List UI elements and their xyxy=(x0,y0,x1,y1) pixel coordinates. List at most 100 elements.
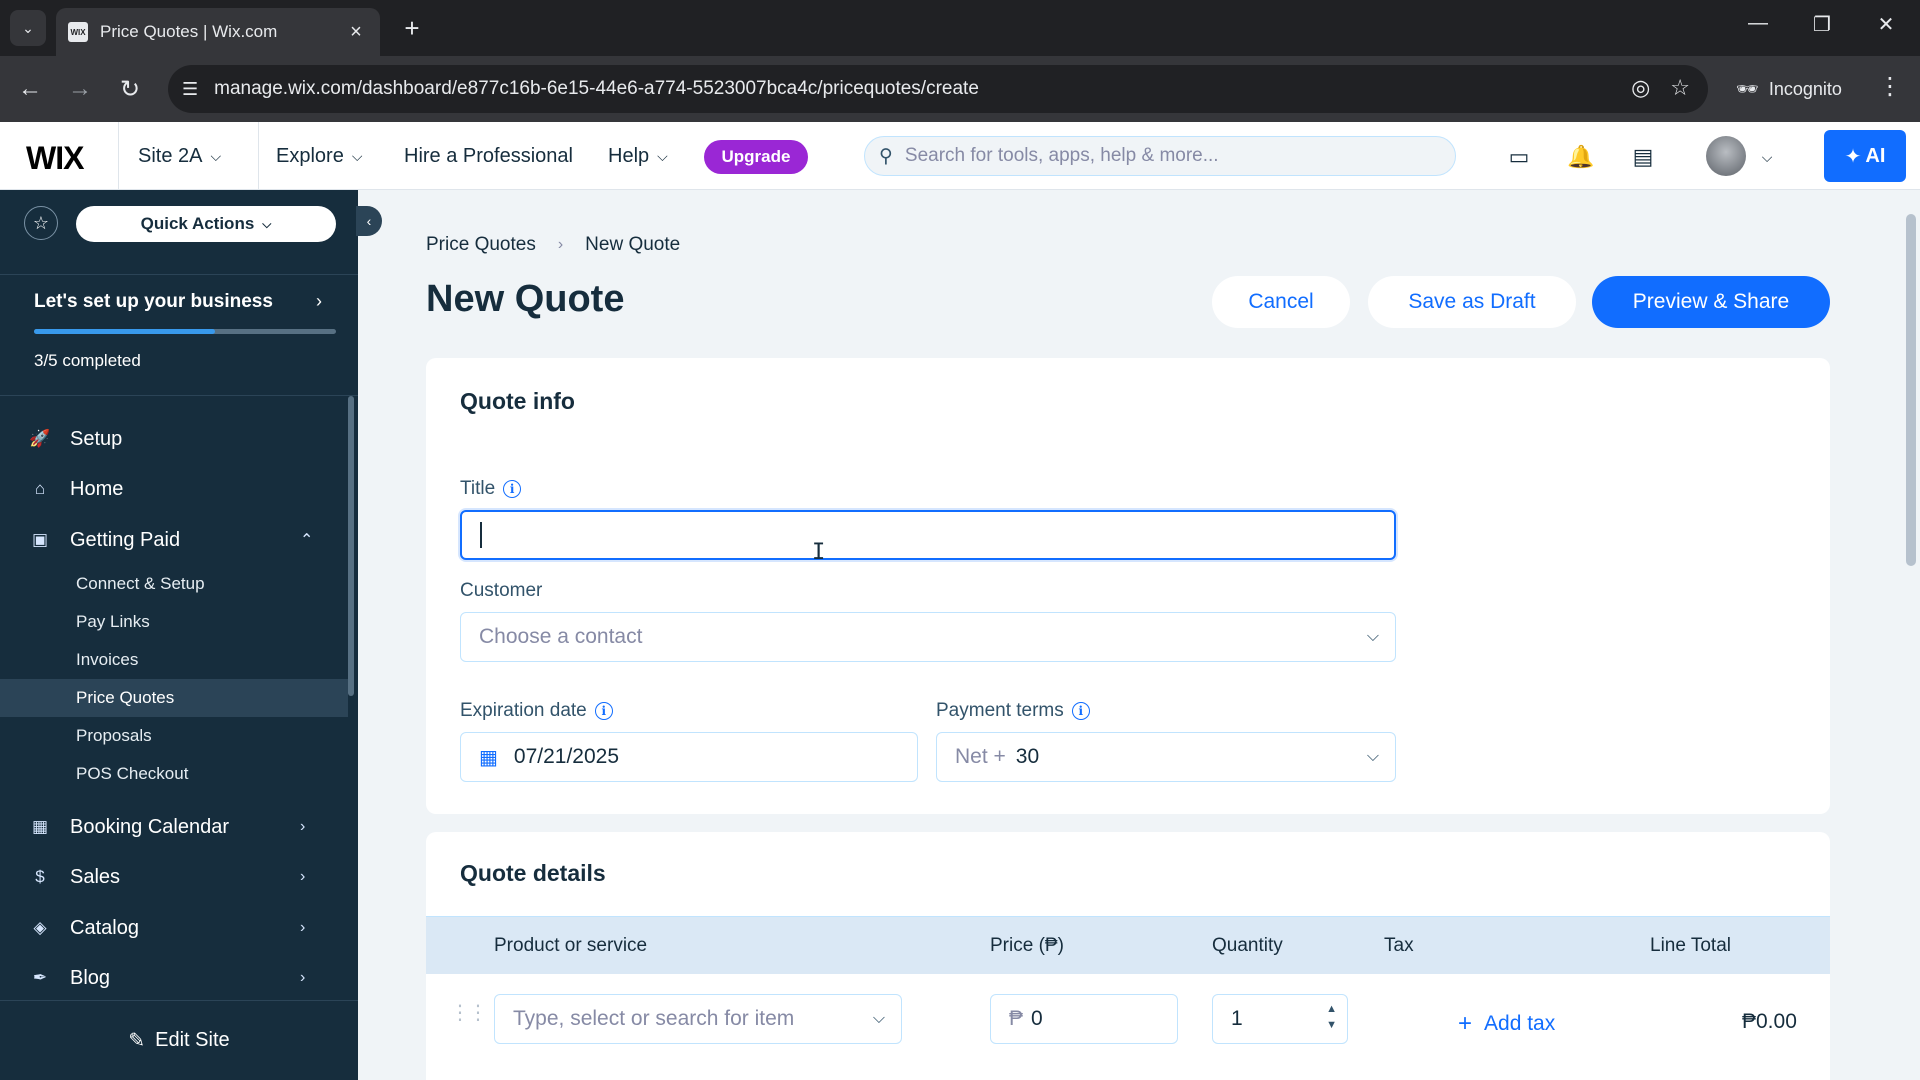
info-icon[interactable]: i xyxy=(1071,702,1090,720)
help-menu[interactable]: Help ⌵ xyxy=(608,122,668,190)
ai-label: AI xyxy=(1865,144,1886,167)
payment-terms-dropdown[interactable]: Net + 30 ⌵ xyxy=(936,732,1396,782)
chevron-right-icon: › xyxy=(300,818,306,835)
chevron-down-icon[interactable]: ⌵ xyxy=(1752,142,1782,172)
hire-professional-link[interactable]: Hire a Professional xyxy=(404,122,573,190)
breadcrumb-price-quotes[interactable]: Price Quotes xyxy=(426,234,536,256)
site-name: Site 2A xyxy=(138,144,203,167)
reload-icon[interactable]: ↻ xyxy=(114,73,146,105)
pencil-icon: ✎ xyxy=(128,1030,146,1052)
search-input[interactable]: ⚲ Search for tools, apps, help & more... xyxy=(864,136,1456,176)
sidebar-item-blog[interactable]: ✒ Blog › xyxy=(0,953,348,1003)
text-cursor-icon: I xyxy=(812,540,826,565)
sidebar-item-booking-calendar[interactable]: ▦ Booking Calendar › xyxy=(0,802,348,852)
tag-icon: ◈ xyxy=(33,918,47,937)
quote-details-heading: Quote details xyxy=(460,860,606,886)
sidebar-subitem-proposals[interactable]: Proposals xyxy=(0,717,348,755)
chevron-down-icon: ⌵ xyxy=(262,216,272,231)
tab-close-icon[interactable]: × xyxy=(344,21,368,44)
incognito-icon: 🕶 xyxy=(1736,78,1759,99)
new-tab-plus-icon[interactable]: + xyxy=(396,12,428,44)
back-arrow-icon[interactable]: ← xyxy=(14,73,46,105)
pen-nib-icon: ✒ xyxy=(32,968,48,987)
quick-actions-label: Quick Actions xyxy=(140,214,255,233)
add-tax-button[interactable]: + Add tax xyxy=(1458,1010,1555,1038)
news-icon[interactable]: ▤ xyxy=(1628,142,1658,172)
sidebar-item-label: Catalog xyxy=(70,916,139,939)
cancel-button[interactable]: Cancel xyxy=(1212,276,1350,328)
preview-share-button[interactable]: Preview & Share xyxy=(1592,276,1830,328)
site-info-icon[interactable]: ☰ xyxy=(182,79,198,100)
sidebar-item-label: Setup xyxy=(70,427,123,450)
forward-arrow-icon[interactable]: → xyxy=(64,73,96,105)
price-value: 0 xyxy=(1031,1007,1043,1030)
setup-progress-block[interactable]: Let's set up your business › 3/5 complet… xyxy=(0,274,358,396)
chevron-right-icon: › xyxy=(557,236,564,253)
star-icon[interactable]: ☆ xyxy=(24,206,58,240)
explore-menu[interactable]: Explore ⌵ xyxy=(276,122,362,190)
document-icon: ▣ xyxy=(31,530,49,549)
home-icon: ⌂ xyxy=(34,479,46,498)
ai-assistant-button[interactable]: ✦ AI xyxy=(1824,130,1906,182)
sidebar-subitem-invoices[interactable]: Invoices xyxy=(0,641,348,679)
sidebar-item-label: Getting Paid xyxy=(70,528,181,551)
line-items-header: Product or service Price (₱) Quantity Ta… xyxy=(426,916,1830,974)
chevron-down-icon: ⌵ xyxy=(1366,628,1379,645)
quick-actions-button[interactable]: Quick Actions ⌵ xyxy=(76,206,336,242)
page-scrollbar-thumb[interactable] xyxy=(1906,214,1916,566)
sidebar-item-sales[interactable]: $ Sales › xyxy=(0,852,348,902)
window-close-icon[interactable]: ✕ xyxy=(1866,12,1906,37)
quote-info-heading: Quote info xyxy=(460,388,575,414)
chevron-right-icon: › xyxy=(300,919,306,936)
title-input[interactable] xyxy=(460,510,1396,560)
tab-search-chevron-icon[interactable]: ⌄ xyxy=(10,10,46,46)
calendar-icon: ▦ xyxy=(479,746,498,769)
sidebar-item-getting-paid[interactable]: ▣ Getting Paid ⌃ xyxy=(0,515,348,565)
help-label: Help xyxy=(608,144,650,167)
setup-status: 3/5 completed xyxy=(34,351,141,370)
incognito-indicator[interactable]: 🕶 Incognito xyxy=(1722,69,1856,109)
sidebar: ☆ Quick Actions ⌵ Let's set up your busi… xyxy=(0,190,358,1080)
dollar-icon: $ xyxy=(35,867,45,886)
browser-address-bar: ← → ↻ ☰ manage.wix.com/dashboard/e877c16… xyxy=(0,56,1920,122)
restore-icon[interactable]: ❐ xyxy=(1802,12,1842,37)
avatar[interactable] xyxy=(1706,136,1746,176)
stepper-arrows[interactable]: ▲ ▼ xyxy=(1326,1001,1337,1033)
tab-title: Price Quotes | Wix.com xyxy=(100,22,278,41)
url-omnibox[interactable]: ☰ manage.wix.com/dashboard/e877c16b-6e15… xyxy=(168,65,1708,113)
quantity-stepper[interactable]: 1 ▲ ▼ xyxy=(1212,994,1348,1044)
sidebar-subitem-pos-checkout[interactable]: POS Checkout xyxy=(0,755,348,793)
chevron-down-icon[interactable]: ▼ xyxy=(1326,1017,1337,1033)
expiration-label: Expiration date i xyxy=(460,700,613,722)
bookmark-star-icon[interactable]: ☆ xyxy=(1670,75,1690,101)
info-icon[interactable]: i xyxy=(503,480,522,498)
price-input[interactable]: ₱ 0 xyxy=(990,994,1178,1044)
sidebar-subitem-price-quotes[interactable]: Price Quotes xyxy=(0,679,348,717)
sidebar-subitem-pay-links[interactable]: Pay Links xyxy=(0,603,348,641)
minimize-icon[interactable]: — xyxy=(1738,12,1778,35)
browser-tab[interactable]: WIX Price Quotes | Wix.com × xyxy=(56,8,380,56)
sidebar-subitem-connect-setup[interactable]: Connect & Setup xyxy=(0,565,348,603)
sidebar-item-setup[interactable]: 🚀 Setup xyxy=(0,414,348,464)
chevron-up-icon[interactable]: ▲ xyxy=(1326,1001,1337,1017)
info-icon[interactable]: i xyxy=(594,702,613,720)
chat-icon[interactable]: ▭ xyxy=(1504,142,1534,172)
sidebar-item-catalog[interactable]: ◈ Catalog › xyxy=(0,903,348,953)
edit-site-button[interactable]: ✎ Edit Site xyxy=(0,1000,358,1080)
sidebar-item-home[interactable]: ⌂ Home xyxy=(0,464,348,514)
item-search-dropdown[interactable]: Type, select or search for item ⌵ xyxy=(494,994,902,1044)
wix-logo[interactable]: WIX xyxy=(26,140,84,177)
bell-icon[interactable]: 🔔 xyxy=(1566,142,1596,172)
customer-dropdown[interactable]: Choose a contact ⌵ xyxy=(460,612,1396,662)
upgrade-button[interactable]: Upgrade xyxy=(704,140,808,174)
eye-off-icon[interactable]: ◎ xyxy=(1631,75,1650,101)
expiration-date-input[interactable]: ▦ 07/21/2025 xyxy=(460,732,918,782)
sidebar-scrollbar[interactable] xyxy=(348,396,354,696)
save-as-draft-button[interactable]: Save as Draft xyxy=(1368,276,1576,328)
browser-menu-icon[interactable]: ⋮ xyxy=(1878,72,1902,101)
search-icon: ⚲ xyxy=(879,145,893,167)
browser-tab-bar: ⌄ WIX Price Quotes | Wix.com × + — ❐ ✕ xyxy=(0,0,1920,56)
site-selector[interactable]: Site 2A ⌵ xyxy=(138,122,221,190)
customer-label: Customer xyxy=(460,580,543,601)
drag-handle-icon[interactable]: ⋮⋮ xyxy=(450,1000,488,1025)
